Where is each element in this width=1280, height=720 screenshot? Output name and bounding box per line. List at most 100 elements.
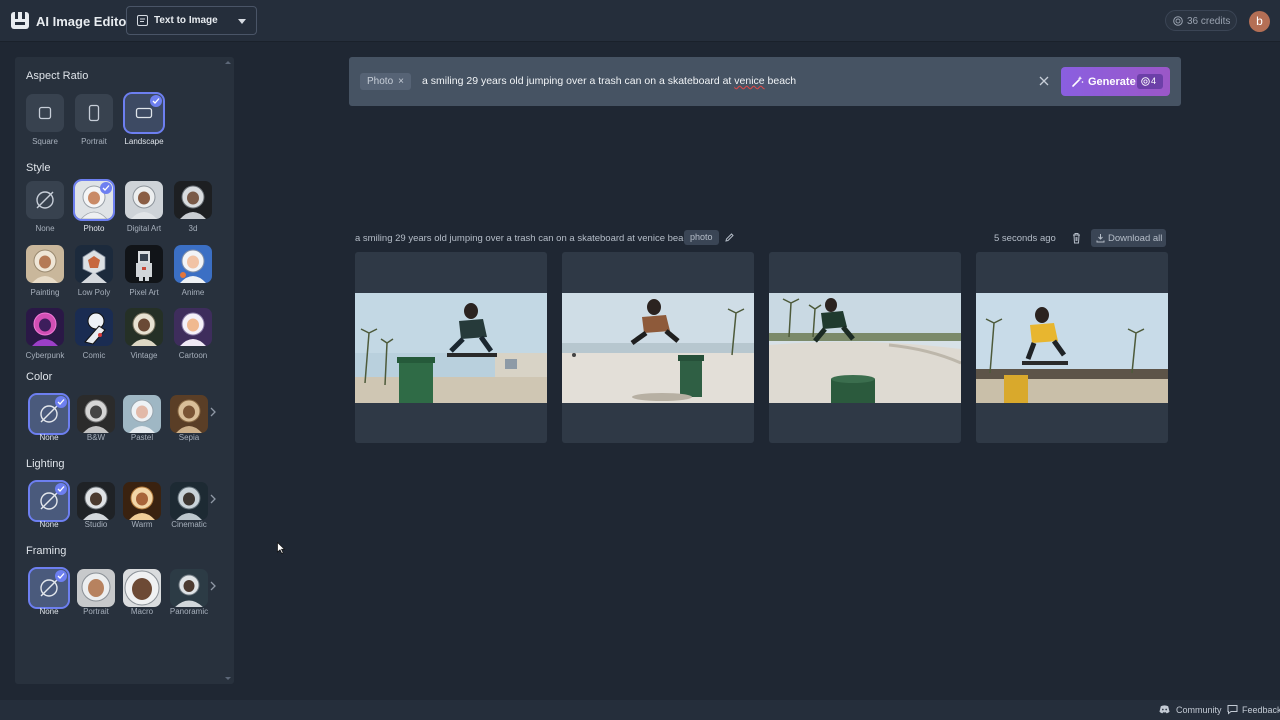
chevron-right-icon[interactable] xyxy=(209,494,217,504)
framing-macro-option[interactable] xyxy=(123,569,161,607)
style-cartoon-label: Cartoon xyxy=(178,351,208,360)
style-photo-label: Photo xyxy=(83,224,105,233)
generated-image-card[interactable] xyxy=(769,252,961,443)
community-link[interactable]: Community xyxy=(1176,705,1222,715)
style-low-poly-option[interactable] xyxy=(75,245,113,283)
lighting-title: Lighting xyxy=(26,458,65,470)
style-pixel-art-label: Pixel Art xyxy=(129,288,159,297)
framing-panoramic-label: Panoramic xyxy=(169,607,209,616)
style-comic-option[interactable] xyxy=(75,308,113,346)
credits-label: 36 credits xyxy=(1187,16,1231,27)
chip-remove-icon[interactable]: × xyxy=(398,76,404,87)
astronaut-thumbnail-icon xyxy=(77,395,115,433)
chevron-right-icon[interactable] xyxy=(209,581,217,591)
lighting-none-option[interactable] xyxy=(28,480,70,522)
framing-panoramic-option[interactable] xyxy=(170,569,208,607)
scroll-up-arrow-icon[interactable] xyxy=(225,61,231,64)
generated-image-card[interactable] xyxy=(355,252,547,443)
aspect-landscape-option[interactable] xyxy=(123,92,165,134)
generated-image-card[interactable] xyxy=(562,252,754,443)
color-sepia-option[interactable] xyxy=(170,395,208,433)
mouse-pointer-icon xyxy=(277,542,285,554)
astronaut-thumbnail-icon xyxy=(174,308,212,346)
color-none-option[interactable] xyxy=(28,393,70,435)
style-painting-label: Painting xyxy=(30,288,60,297)
color-none-label: None xyxy=(39,433,59,442)
selected-check-icon xyxy=(100,182,112,194)
generated-image-card[interactable] xyxy=(976,252,1168,443)
style-vintage-label: Vintage xyxy=(130,351,158,360)
astronaut-thumbnail-icon xyxy=(75,308,113,346)
lighting-cinematic-option[interactable] xyxy=(170,482,208,520)
astronaut-thumbnail-icon xyxy=(26,245,64,283)
lighting-warm-option[interactable] xyxy=(123,482,161,520)
astronaut-thumbnail-icon xyxy=(123,482,161,520)
style-pixel-art-option[interactable] xyxy=(125,245,163,283)
color-pastel-option[interactable] xyxy=(123,395,161,433)
lighting-studio-option[interactable] xyxy=(77,482,115,520)
lighting-studio-label: Studio xyxy=(84,520,108,529)
style-chip[interactable]: Photo × xyxy=(360,73,411,90)
app-title: AI Image Editor xyxy=(36,14,132,29)
download-icon xyxy=(1096,234,1105,243)
aspect-portrait-option[interactable] xyxy=(75,94,113,132)
chevron-down-icon xyxy=(238,19,246,24)
generate-button[interactable]: Generate 4 xyxy=(1061,67,1170,96)
download-all-button[interactable]: Download all xyxy=(1091,229,1166,247)
prompt-text-part: a smiling 29 years old jumping over a tr… xyxy=(422,75,735,87)
framing-macro-label: Macro xyxy=(130,607,154,616)
generated-image xyxy=(355,293,547,403)
mode-select-label: Text to Image xyxy=(154,15,218,26)
style-cyberpunk-option[interactable] xyxy=(26,308,64,346)
style-3d-option[interactable] xyxy=(174,181,212,219)
chevron-right-icon[interactable] xyxy=(209,407,217,417)
coin-icon xyxy=(1141,77,1150,86)
scroll-down-arrow-icon[interactable] xyxy=(225,677,231,680)
style-cartoon-option[interactable] xyxy=(174,308,212,346)
style-digital-art-option[interactable] xyxy=(125,181,163,219)
user-avatar[interactable]: b xyxy=(1249,11,1270,32)
generated-image xyxy=(976,293,1168,403)
style-anime-label: Anime xyxy=(181,288,205,297)
astronaut-thumbnail-icon xyxy=(77,482,115,520)
style-3d-label: 3d xyxy=(188,224,198,233)
framing-none-label: None xyxy=(39,607,59,616)
result-timestamp: 5 seconds ago xyxy=(994,233,1056,244)
logo-icon xyxy=(11,12,29,29)
credits-badge[interactable]: 36 credits xyxy=(1165,10,1237,31)
astronaut-thumbnail-icon xyxy=(123,395,161,433)
framing-portrait-label: Portrait xyxy=(83,607,109,616)
style-anime-option[interactable] xyxy=(174,245,212,283)
lighting-warm-label: Warm xyxy=(131,520,153,529)
framing-portrait-option[interactable] xyxy=(77,569,115,607)
style-none-option[interactable] xyxy=(26,181,64,219)
mode-select-dropdown[interactable]: Text to Image xyxy=(126,6,257,35)
style-painting-option[interactable] xyxy=(26,245,64,283)
prompt-bar: Photo × a smiling 29 years old jumping ov… xyxy=(349,57,1181,106)
image-mode-icon xyxy=(137,15,148,26)
download-all-label: Download all xyxy=(1108,233,1163,244)
style-low-poly-label: Low Poly xyxy=(77,288,111,297)
feedback-icon xyxy=(1227,705,1238,715)
clear-prompt-icon[interactable] xyxy=(1038,75,1050,87)
astronaut-thumbnail-icon xyxy=(77,569,115,607)
prompt-text-part: beach xyxy=(764,75,797,87)
framing-none-option[interactable] xyxy=(28,567,70,609)
style-photo-option[interactable] xyxy=(73,179,115,221)
pencil-icon[interactable] xyxy=(724,232,735,243)
style-vintage-option[interactable] xyxy=(125,308,163,346)
generated-image xyxy=(562,293,754,403)
square-shape-icon xyxy=(38,106,52,120)
astronaut-thumbnail-icon xyxy=(174,181,212,219)
color-sepia-label: Sepia xyxy=(178,433,200,442)
astronaut-thumbnail-icon xyxy=(170,569,208,607)
color-bw-option[interactable] xyxy=(77,395,115,433)
prompt-input[interactable]: a smiling 29 years old jumping over a tr… xyxy=(422,75,796,87)
trash-icon[interactable] xyxy=(1071,232,1082,244)
astronaut-thumbnail-icon xyxy=(123,569,161,607)
aspect-ratio-title: Aspect Ratio xyxy=(26,70,89,82)
aspect-square-option[interactable] xyxy=(26,94,64,132)
feedback-link[interactable]: Feedback xyxy=(1242,705,1280,715)
style-none-label: None xyxy=(35,224,55,233)
style-comic-label: Comic xyxy=(82,351,106,360)
